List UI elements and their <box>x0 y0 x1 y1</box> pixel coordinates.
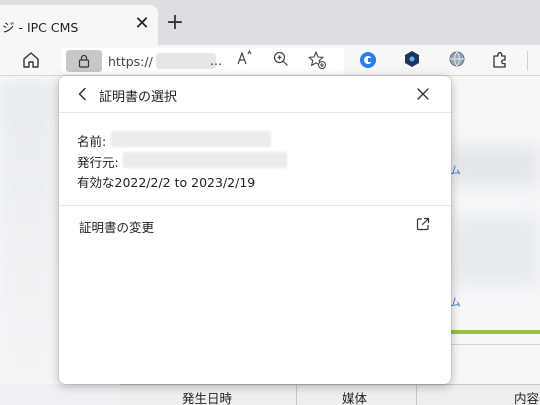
read-aloud-icon[interactable] <box>235 49 255 70</box>
column-header-media: 媒体 <box>342 391 368 405</box>
url-text: https:// <box>108 54 153 69</box>
url-redacted <box>156 53 216 69</box>
back-chevron-icon[interactable] <box>75 86 91 102</box>
tab-close-icon[interactable]: ✕ <box>133 15 151 33</box>
issuer-value-redacted <box>123 152 287 168</box>
extensions-puzzle-icon[interactable] <box>490 50 510 70</box>
site-info-button[interactable] <box>66 50 102 72</box>
tab-title: ジ - IPC CMS <box>2 20 79 35</box>
new-tab-button[interactable]: + <box>165 12 185 34</box>
popup-title: 証明書の選択 <box>99 90 178 105</box>
close-icon[interactable] <box>415 86 431 102</box>
address-bar[interactable]: https:// ... <box>62 48 344 74</box>
divider <box>450 344 540 345</box>
column-header-datetime: 発生日時 <box>182 391 233 405</box>
toolbar-separator <box>527 51 528 71</box>
change-certificate-link[interactable]: 証明書の変更 <box>79 217 154 236</box>
page-left-strip <box>0 384 120 405</box>
name-label: 名前: <box>77 134 107 149</box>
page-link[interactable]: ム <box>450 162 461 178</box>
column-header-content: 内容 <box>514 391 540 405</box>
add-favorite-icon[interactable] <box>307 50 327 70</box>
lock-icon <box>78 54 90 68</box>
external-link-icon[interactable] <box>415 216 431 232</box>
page-content-blur <box>448 146 540 186</box>
extension-blue-c-icon[interactable] <box>358 50 378 70</box>
extension-globe-icon[interactable] <box>447 50 467 70</box>
popup-divider <box>59 205 451 206</box>
certificate-popup: 証明書の選択 名前: 発行元: 有効な2022/2/2 to 2023/2/19… <box>59 76 451 384</box>
browser-toolbar: https:// ... <box>0 45 540 76</box>
validity-text: 有効な2022/2/2 to 2023/2/19 <box>77 175 256 190</box>
name-value-redacted <box>111 131 271 147</box>
page-sidebar-blur <box>0 81 56 381</box>
column-divider <box>416 385 417 405</box>
column-divider <box>296 385 297 405</box>
accent-bar <box>450 330 540 334</box>
url-ellipsis: ... <box>210 53 222 68</box>
popup-divider <box>59 112 451 113</box>
zoom-icon[interactable] <box>271 50 291 70</box>
tab-strip: ジ - IPC CMS ✕ + <box>0 0 540 45</box>
extension-shield-icon[interactable] <box>402 50 422 70</box>
table-header: 発生日時 媒体 内容 <box>120 384 540 405</box>
issuer-label: 発行元: <box>77 155 119 170</box>
page-link[interactable]: ム <box>450 294 461 310</box>
active-tab[interactable]: ジ - IPC CMS ✕ <box>0 5 158 45</box>
page-content-blur <box>448 216 540 286</box>
home-icon[interactable] <box>20 49 42 71</box>
